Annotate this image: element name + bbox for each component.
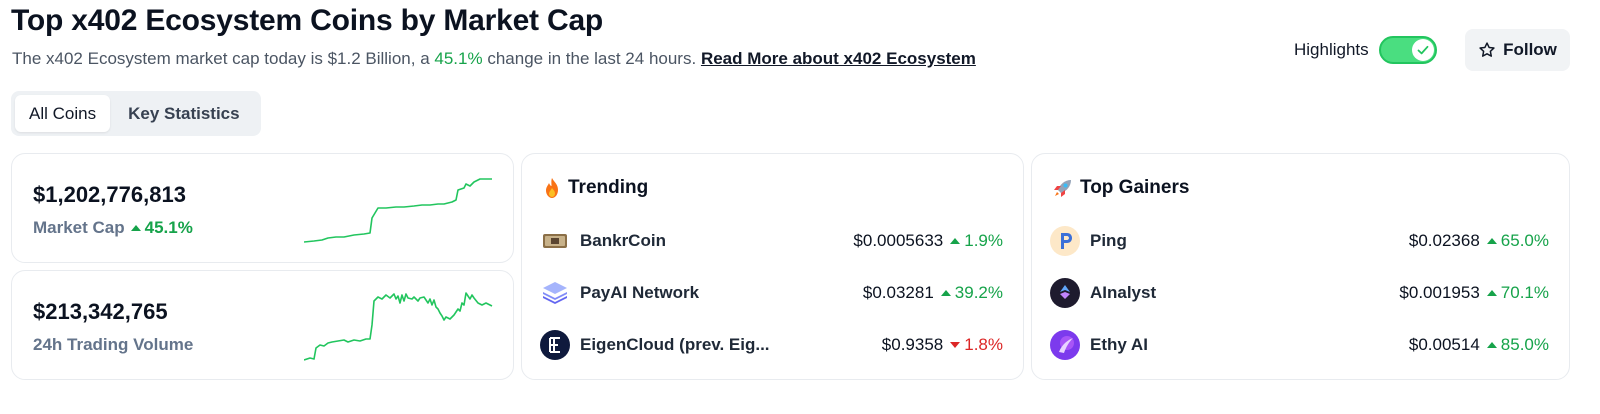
coin-name: BankrCoin [580,231,666,250]
page-subtitle: The x402 Ecosystem market cap today is $… [12,49,976,69]
market-cap-value: $1,202,776,813 [33,182,186,207]
volume-card: $213,342,765 24h Trading Volume [11,270,514,380]
top-gainers-title-row: Top Gainers [1052,177,1189,199]
tab-all-coins[interactable]: All Coins [15,95,111,132]
page-title: Top x402 Ecosystem Coins by Market Cap [11,4,604,37]
trending-row[interactable]: PayAI Network $0.03281 39.2% [540,275,1003,311]
coin-name: EigenCloud (prev. Eig... [580,335,770,354]
coin-change: 70.1% [1486,283,1549,303]
star-icon [1479,42,1495,57]
up-arrow-icon [940,290,951,296]
coin-name: Ping [1090,231,1127,250]
market-cap-change-value: 45.1% [144,218,193,237]
trending-title-row: Trending [542,177,648,199]
highlights-label: Highlights [1294,40,1369,59]
ethy-ai-icon [1050,330,1080,360]
coin-price: $0.00514 [1408,335,1480,354]
up-arrow-icon [1486,342,1497,348]
bankrcoin-icon [540,226,570,256]
ping-icon [1050,226,1080,256]
coin-price: $0.0005633 [853,231,944,250]
gainer-row[interactable]: AInalyst $0.001953 70.1% [1050,275,1549,311]
gainer-row[interactable]: Ping $0.02368 65.0% [1050,223,1549,259]
coin-price: $0.9358 [881,335,944,354]
up-arrow-icon [950,238,961,244]
coin-price: $0.03281 [862,283,934,302]
highlights-control: Highlights [1294,36,1437,64]
tab-key-statistics[interactable]: Key Statistics [114,95,254,132]
top-gainers-title: Top Gainers [1080,177,1190,198]
coin-name: Ethy AI [1090,335,1148,354]
market-cap-sparkline [304,178,492,243]
coin-name: PayAI Network [580,283,700,302]
coin-name: AInalyst [1090,283,1157,302]
coin-change: 65.0% [1486,231,1549,251]
market-cap-card: $1,202,776,813 Market Cap 45.1% [11,153,514,263]
coin-change-value: 39.2% [954,283,1003,302]
read-more-link[interactable]: Read More about x402 Ecosystem [701,49,976,68]
market-cap-change: 45.1% [130,218,193,238]
trending-row[interactable]: EigenCloud (prev. Eig... $0.9358 1.8% [540,327,1003,363]
coin-change: 85.0% [1486,335,1549,355]
coin-price: $0.02368 [1408,231,1480,250]
rocket-icon [1054,180,1071,197]
coin-change-value: 1.9% [964,231,1003,250]
coin-change-value: 70.1% [1500,283,1549,302]
trending-title: Trending [568,177,649,198]
market-cap-label-row: Market Cap 45.1% [33,218,193,238]
up-arrow-icon [1486,290,1497,296]
subtitle-change: 45.1% [434,49,483,68]
trending-card: Trending BankrCoin $0.0005633 1.9% PayAI… [521,153,1024,380]
fire-icon [546,178,558,198]
coin-price: $0.001953 [1399,283,1480,302]
up-arrow-icon [130,225,141,231]
ainalyst-icon [1050,278,1080,308]
coin-change-value: 85.0% [1500,335,1549,354]
gainer-row[interactable]: Ethy AI $0.00514 85.0% [1050,327,1549,363]
check-icon [1417,45,1429,55]
volume-label: 24h Trading Volume [33,335,194,354]
view-tabs: All Coins Key Statistics [11,91,261,136]
coin-change-value: 1.8% [964,335,1003,354]
follow-label: Follow [1503,40,1557,59]
coin-change: 1.9% [950,231,1003,251]
subtitle-suffix: change in the last 24 hours. [487,49,697,68]
follow-button[interactable]: Follow [1465,29,1570,71]
coin-change: 39.2% [940,283,1003,303]
subtitle-prefix: The x402 Ecosystem market cap today is $… [12,49,430,68]
market-cap-label: Market Cap [33,218,125,237]
coin-change-value: 65.0% [1500,231,1549,250]
payai-icon [540,278,570,308]
toggle-knob [1411,39,1434,61]
down-arrow-icon [950,342,961,348]
volume-sparkline [304,292,493,361]
top-gainers-card: Top Gainers Ping $0.02368 65.0% AInalyst… [1031,153,1570,380]
coin-change: 1.8% [950,335,1003,355]
highlights-toggle[interactable] [1378,36,1437,64]
volume-value: $213,342,765 [33,299,168,324]
trending-row[interactable]: BankrCoin $0.0005633 1.9% [540,223,1003,259]
eigencloud-icon [540,330,570,360]
up-arrow-icon [1486,238,1497,244]
